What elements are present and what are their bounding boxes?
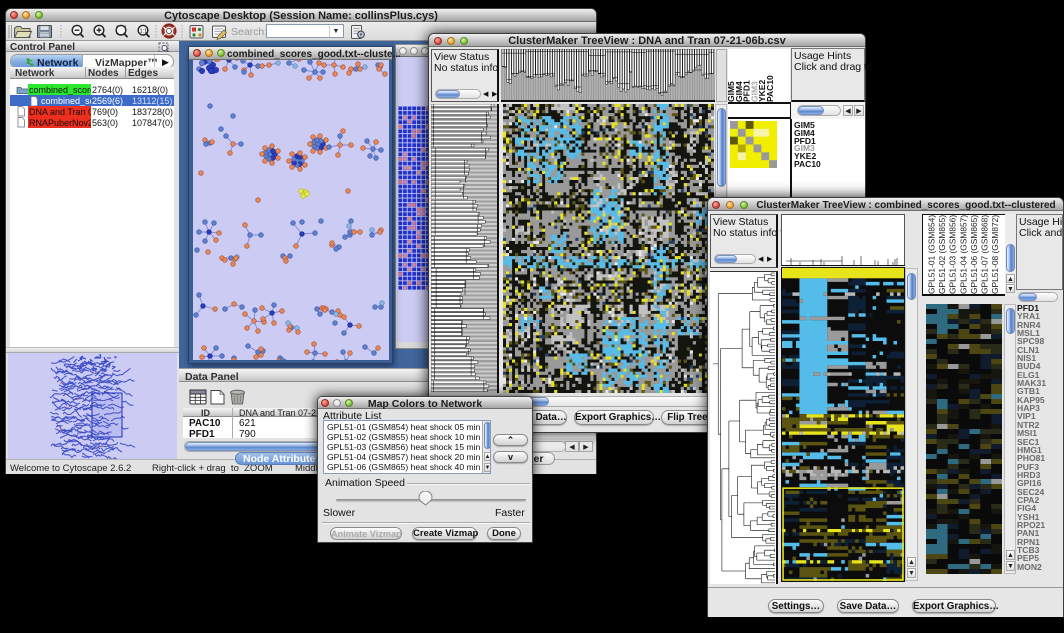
svg-text:1:1: 1:1 bbox=[140, 28, 148, 34]
svg-text:GPL51-02 (GSM855): GPL51-02 (GSM855) bbox=[937, 215, 947, 294]
svg-text:GPL51-01 (GSM854): GPL51-01 (GSM854) bbox=[927, 215, 937, 294]
svg-text:GPL51-04 (GSM857): GPL51-04 (GSM857) bbox=[958, 215, 968, 294]
svg-text:GPL51-07 (GSM868): GPL51-07 (GSM868) bbox=[980, 215, 990, 294]
svg-text:GPL51-08 (GSM872): GPL51-08 (GSM872) bbox=[990, 215, 1000, 294]
svg-text:PAC10: PAC10 bbox=[765, 75, 775, 102]
svg-text:GPL51-06 (GSM865): GPL51-06 (GSM865) bbox=[969, 215, 979, 294]
svg-text:GPL51-03 (GSM856): GPL51-03 (GSM856) bbox=[948, 215, 958, 294]
